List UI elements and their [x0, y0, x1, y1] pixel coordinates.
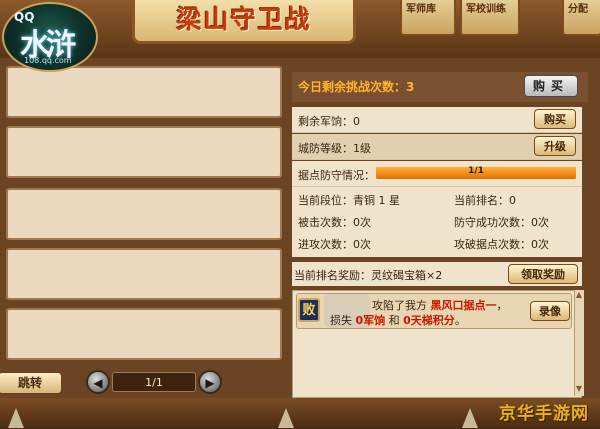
tab-training-label: 军校训练: [466, 4, 506, 15]
stronghold-label: 据点防守情况：: [298, 169, 375, 182]
log-text: 。: [454, 314, 466, 327]
log-stronghold-name: 黑风口据点一: [430, 299, 497, 312]
next-page-icon[interactable]: ▶: [198, 370, 222, 394]
scroll-up-icon[interactable]: ▲: [574, 290, 584, 300]
captured-count: 攻破据点次数：0次: [454, 238, 549, 251]
log-text: 损失: [330, 314, 356, 327]
spike-decoration-icon: [278, 408, 294, 428]
claim-reward-button[interactable]: 领取奖励: [508, 264, 578, 284]
reward-label: 当前排名奖励：灵纹碣宝箱×2: [294, 269, 443, 282]
logo-url: 108.qq.com: [24, 56, 72, 65]
log-scrollbar[interactable]: [574, 290, 584, 396]
rank-tier: 当前段位：青铜 1 星: [298, 194, 400, 207]
attacked-count: 被击次数：0次: [298, 216, 371, 229]
defense-level-label: 城防等级：1级: [298, 142, 371, 155]
page-title: 梁山守卫战: [132, 0, 356, 44]
buy-challenges-button[interactable]: 购买: [524, 75, 578, 97]
game-logo: QQ 水浒 108.qq.com: [2, 2, 98, 72]
replay-button[interactable]: 录像: [530, 301, 570, 321]
spike-decoration-icon: [8, 408, 24, 428]
defense-row: 城防等级：1级 升级: [292, 134, 582, 160]
jump-button[interactable]: 跳转: [0, 372, 62, 394]
list-item[interactable]: [6, 126, 282, 178]
current-rank: 当前排名：0: [454, 194, 516, 207]
attack-count: 进攻次数：0次: [298, 238, 371, 251]
watermark: 京华手游网: [499, 404, 589, 424]
list-item[interactable]: [6, 248, 282, 300]
prev-page-icon[interactable]: ◀: [86, 370, 110, 394]
list-item[interactable]: [6, 66, 282, 118]
tab-allocate-label: 分配: [568, 4, 588, 15]
tab-army-label: 军师库: [406, 4, 436, 15]
log-text: ，: [496, 299, 508, 312]
spike-decoration-icon: [462, 408, 478, 428]
tab-allocate[interactable]: 分配: [562, 0, 600, 36]
log-text: 和: [385, 314, 404, 327]
list-item[interactable]: [6, 188, 282, 240]
stats-block: 当前段位：青铜 1 星 当前排名：0 被击次数：0次 防守成功次数：0次 进攻次…: [292, 187, 582, 257]
page-indicator: 1/1: [112, 372, 196, 392]
rations-label: 剩余军饷：0: [298, 115, 360, 128]
rations-row: 剩余军饷：0 购买: [292, 107, 582, 133]
log-lost-points: 0天梯积分: [403, 314, 455, 327]
buy-rations-button[interactable]: 购买: [534, 109, 576, 129]
scroll-down-icon[interactable]: ▼: [574, 384, 584, 394]
log-line-2: 损失 0军饷 和 0天梯积分。: [330, 312, 466, 328]
log-text: 攻陷了我方: [372, 299, 431, 312]
stronghold-progress-text: 1/1: [468, 166, 484, 176]
log-line-1: 攻陷了我方 黑风口据点一，: [372, 297, 508, 313]
defended-count: 防守成功次数：0次: [454, 216, 549, 229]
tab-army[interactable]: 军师库: [400, 0, 456, 36]
remaining-challenges: 今日剩余挑战次数：3: [298, 80, 415, 94]
list-item[interactable]: [6, 308, 282, 360]
upgrade-button[interactable]: 升级: [534, 136, 576, 156]
tab-training[interactable]: 军校训练: [460, 0, 520, 36]
log-lost-rations: 0军饷: [355, 314, 386, 327]
defeat-badge: 败: [298, 298, 320, 322]
